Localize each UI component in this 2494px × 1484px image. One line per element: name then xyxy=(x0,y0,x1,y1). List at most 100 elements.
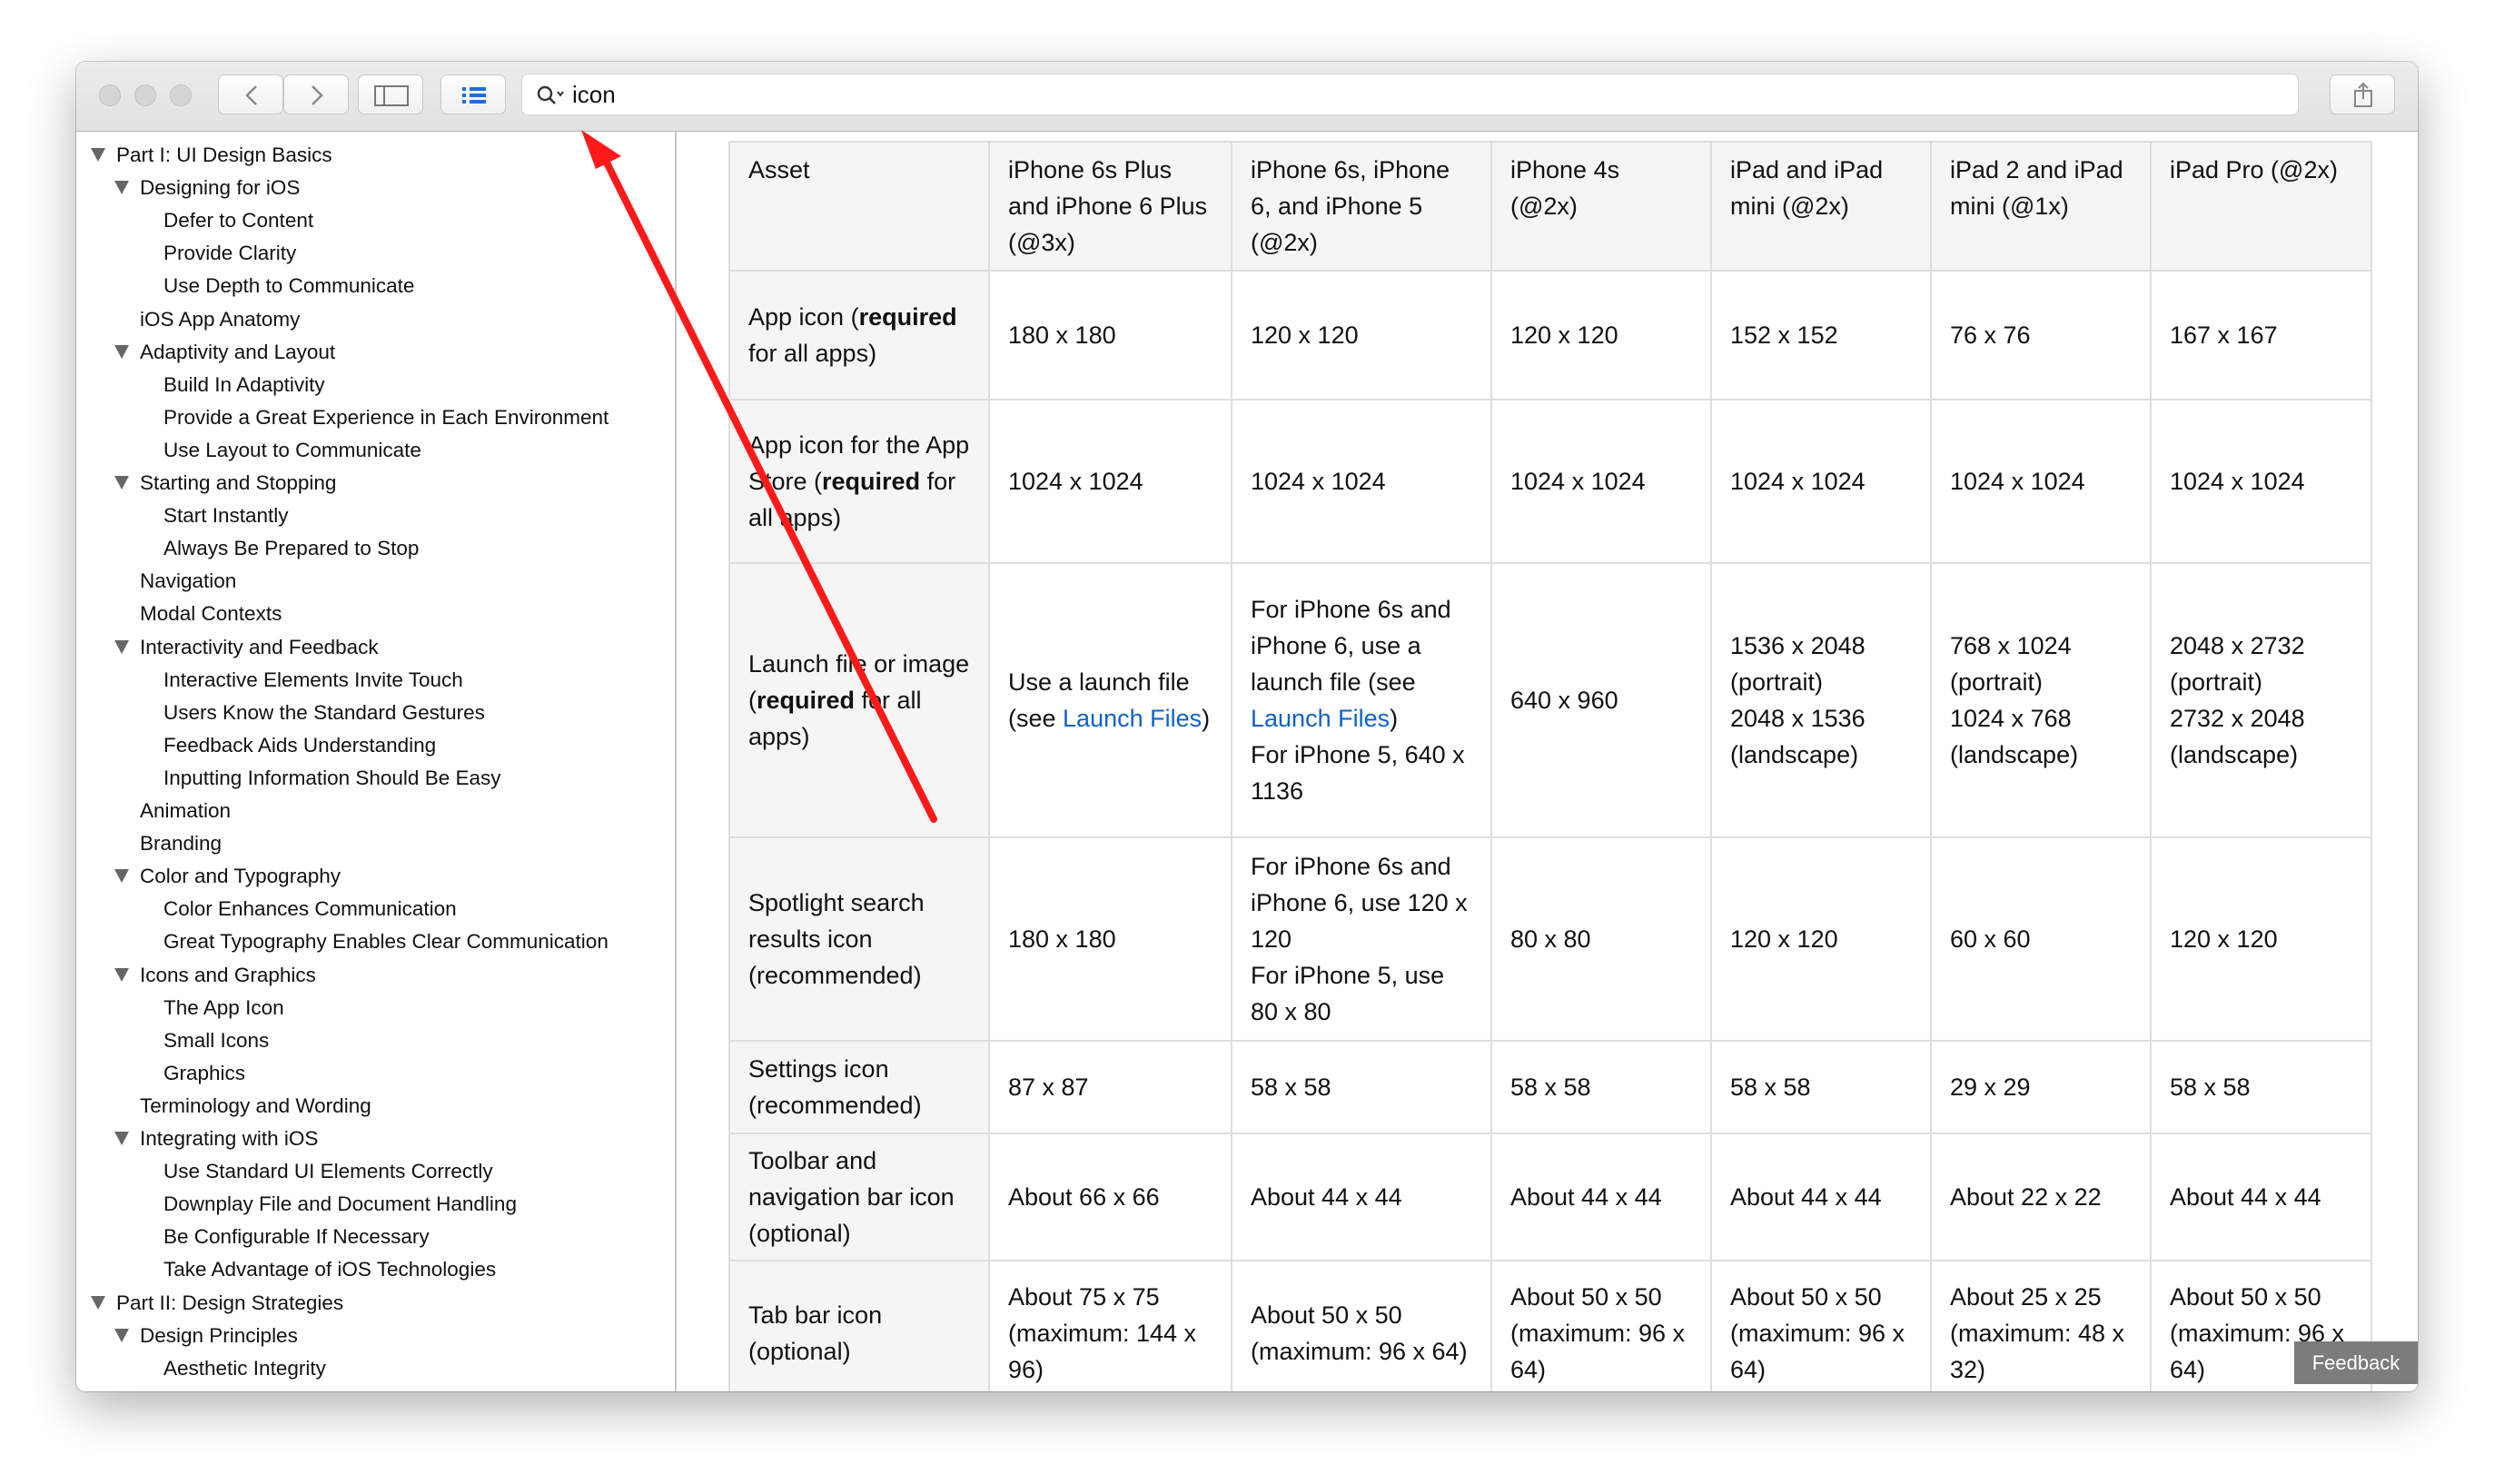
cell-text: 29 x 29 xyxy=(1950,1073,2031,1101)
feedback-button[interactable]: Feedback xyxy=(2294,1341,2418,1384)
disclosure-triangle-icon[interactable] xyxy=(114,476,129,490)
size-cell: 58 x 58 xyxy=(1231,1040,1492,1134)
disclosure-triangle-icon[interactable] xyxy=(114,639,129,654)
size-cell: 1024 x 1024 xyxy=(988,399,1232,564)
disclosure-triangle-icon[interactable] xyxy=(114,1328,129,1342)
cell-text: 1024 x 1024 xyxy=(1730,468,1866,495)
cell-text: ) xyxy=(1202,705,1211,732)
size-cell: About 50 x 50 (maximum: 96 x 64) xyxy=(1490,1260,1712,1391)
disclosure-triangle-icon[interactable] xyxy=(91,148,105,162)
outline-list-icon xyxy=(462,87,486,104)
table-of-contents-sidebar: Part I: UI Design Basics Designing for iO… xyxy=(76,132,677,1391)
size-cell: 180 x 180 xyxy=(988,836,1232,1042)
cell-text: 58 x 58 xyxy=(1251,1073,1331,1101)
size-cell: For iPhone 6s and iPhone 6, use 120 x 12… xyxy=(1231,836,1492,1042)
cell-text: 152 x 152 xyxy=(1730,322,1838,349)
column-header: iPad 2 and iPad mini (@1x) xyxy=(1930,141,2152,272)
sidebar-item-label: Aesthetic Integrity xyxy=(163,1356,326,1380)
sidebar-item-label: Icons and Graphics xyxy=(140,963,316,986)
cell-text: 58 x 58 xyxy=(1510,1073,1591,1101)
cell-text: 1024 x 1024 xyxy=(1510,468,1646,495)
sidebar-item-label: Design Principles xyxy=(140,1323,298,1347)
cell-text: Spotlight search results icon (recommend… xyxy=(748,889,925,989)
icon-size-table: Asset iPhone 6s Plus and iPhone 6 Plus (@… xyxy=(728,141,2372,1391)
sidebar-item-label: The App Icon xyxy=(163,995,284,1019)
cell-text: for all apps) xyxy=(748,340,877,367)
size-cell: 152 x 152 xyxy=(1710,270,1932,401)
outline-toggle-button[interactable] xyxy=(440,74,506,114)
table-row: Spotlight search results icon (recommend… xyxy=(728,836,2372,1042)
size-cell: About 44 x 44 xyxy=(1710,1133,1932,1261)
sidebar-toggle-icon xyxy=(374,85,409,106)
sidebar-item-label: Part II: Design Strategies xyxy=(116,1291,344,1314)
toolbar: icon xyxy=(76,62,2418,132)
app-window: icon Part I: UI Design Basics Designing f… xyxy=(76,62,2418,1391)
sidebar-item-label: Adaptivity and Layout xyxy=(140,340,336,363)
launch-files-link[interactable]: Launch Files xyxy=(1063,705,1202,732)
zoom-window-button[interactable] xyxy=(170,84,192,106)
back-button[interactable] xyxy=(218,74,283,114)
sidebar-item-label: Downplay File and Document Handling xyxy=(163,1192,517,1216)
close-window-button[interactable] xyxy=(99,84,121,106)
table-row: App icon for the App Store (required for… xyxy=(728,399,2372,564)
search-query[interactable]: icon xyxy=(572,74,616,114)
sidebar-item-label: Consistency xyxy=(163,1385,275,1391)
share-button[interactable] xyxy=(2330,74,2395,114)
size-cell: About 66 x 66 xyxy=(988,1133,1232,1261)
sidebar-toggle-button[interactable] xyxy=(358,74,423,114)
size-cell: 180 x 180 xyxy=(988,270,1232,401)
sidebar-item-label: Designing for iOS xyxy=(140,176,301,200)
sidebar-item-label: Defer to Content xyxy=(163,209,314,232)
sidebar-item-label: Always Be Prepared to Stop xyxy=(163,537,420,560)
size-cell: 120 x 120 xyxy=(1710,836,1932,1042)
table-row: App icon (required for all apps) 180 x 18… xyxy=(728,270,2372,401)
sidebar-item-label: Color Enhances Communication xyxy=(163,897,457,921)
cell-text: For iPhone 6s and iPhone 6, use a launch… xyxy=(1251,596,1451,696)
size-cell: 1024 x 1024 xyxy=(1710,399,1932,564)
sidebar-item-label: Interactive Elements Invite Touch xyxy=(163,668,463,691)
cell-text: 180 x 180 xyxy=(1008,322,1116,349)
size-cell: Use a launch file (see Launch Files) xyxy=(988,562,1232,838)
cell-text: App icon ( xyxy=(748,303,859,331)
sidebar-item-label: Color and Typography xyxy=(140,865,341,888)
cell-text: 60 x 60 xyxy=(1950,925,2031,953)
disclosure-triangle-icon[interactable] xyxy=(114,344,129,359)
sidebar-item-label: Use Depth to Communicate xyxy=(163,274,415,298)
cell-text: 87 x 87 xyxy=(1008,1073,1089,1101)
cell-text: 2048 x 2732 (portrait) xyxy=(2170,632,2305,696)
cell-text: About 50 x 50 (maximum: 96 x 64) xyxy=(1251,1301,1468,1365)
disclosure-triangle-icon[interactable] xyxy=(114,869,129,884)
sidebar-item-label: Be Configurable If Necessary xyxy=(163,1225,430,1249)
sidebar-item-label: Great Typography Enables Clear Communica… xyxy=(163,930,609,954)
sidebar-item-label: Use Layout to Communicate xyxy=(163,438,421,461)
sidebar-item-label: Navigation xyxy=(140,569,237,593)
asset-name-cell: Toolbar and navigation bar icon (optiona… xyxy=(728,1133,990,1261)
sidebar-item-label: Provide a Great Experience in Each Envir… xyxy=(163,405,609,429)
cell-text: 1024 x 1024 xyxy=(1950,468,2085,495)
disclosure-triangle-icon[interactable] xyxy=(114,967,129,982)
size-cell: 2048 x 2732 (portrait) 2732 x 2048 (lands… xyxy=(2150,562,2372,838)
sidebar-item-label: Inputting Information Should Be Easy xyxy=(163,766,501,789)
forward-button[interactable] xyxy=(283,74,349,114)
size-cell: 80 x 80 xyxy=(1490,836,1712,1042)
minimize-window-button[interactable] xyxy=(134,84,156,106)
cell-text: About 44 x 44 xyxy=(1251,1183,1402,1211)
disclosure-triangle-icon[interactable] xyxy=(91,1295,105,1310)
asset-name-cell: App icon (required for all apps) xyxy=(728,270,990,401)
launch-files-link[interactable]: Launch Files xyxy=(1251,705,1390,732)
size-cell: 58 x 58 xyxy=(1710,1040,1932,1134)
asset-name-cell: App icon for the App Store (required for… xyxy=(728,399,990,564)
disclosure-triangle-icon[interactable] xyxy=(114,181,129,195)
search-field[interactable]: icon xyxy=(521,74,2299,115)
size-cell: 58 x 58 xyxy=(2150,1040,2372,1134)
cell-text: 1024 x 1024 xyxy=(1251,468,1386,495)
table-row: Toolbar and navigation bar icon (optiona… xyxy=(728,1133,2372,1261)
sidebar-item-label: Interactivity and Feedback xyxy=(140,635,379,658)
cell-text: ) xyxy=(1390,705,1399,732)
disclosure-triangle-icon[interactable] xyxy=(114,1132,129,1145)
column-header: Asset xyxy=(728,141,990,272)
share-icon xyxy=(2354,82,2372,107)
cell-text: 180 x 180 xyxy=(1008,925,1116,953)
size-cell: About 50 x 50 (maximum: 96 x 64) xyxy=(1231,1260,1492,1391)
cell-text: 58 x 58 xyxy=(1730,1073,1811,1101)
